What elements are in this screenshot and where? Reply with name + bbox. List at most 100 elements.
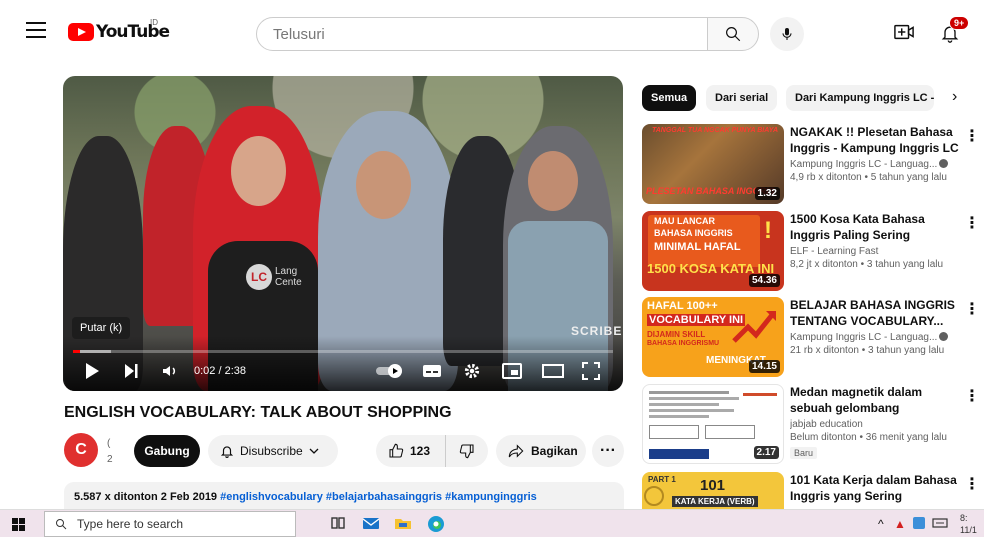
- channel-name[interactable]: jabjab education: [790, 419, 960, 430]
- more-actions-button[interactable]: ···: [592, 435, 624, 467]
- channel-avatar-initial: C: [75, 441, 87, 458]
- video-thumbnail[interactable]: TANGGAL TUA NGCAK PUNYA BIAYA PLESETAN B…: [642, 124, 784, 204]
- create-button[interactable]: [893, 22, 915, 47]
- video-meta: Belum ditonton • 36 menit yang lalu: [790, 432, 947, 443]
- video-player[interactable]: LC Lang Cente SCRIBE: [63, 76, 623, 391]
- channel-name[interactable]: (: [107, 436, 113, 452]
- channel-avatar[interactable]: C: [64, 433, 98, 467]
- thumbnail-caption: TANGGAL TUA NGCAK PUNYA BIAYA: [652, 127, 778, 134]
- channel-info[interactable]: ( 2: [107, 436, 113, 468]
- mail-icon[interactable]: [362, 515, 380, 533]
- video-thumbnail[interactable]: PART 1 101 KATA KERJA (VERB): [642, 472, 784, 509]
- recommended-video[interactable]: MAU LANCAR BAHASA INGGRIS MINIMAL HAFAL …: [642, 211, 982, 293]
- file-explorer-icon[interactable]: [394, 515, 412, 533]
- youtube-watch-page: YouTube ID Telusuri 9+ LC Lang Cente SCRI…: [0, 0, 984, 537]
- fullscreen-icon: [582, 362, 600, 380]
- autoplay-toggle[interactable]: [375, 363, 405, 384]
- hashtags[interactable]: #englishvocabulary #belajarbahasainggris…: [220, 491, 537, 503]
- video-thumbnail[interactable]: HAFAL 100++ VOCABULARY INI DIJAMIN SKILL…: [642, 297, 784, 377]
- thumbnail-caption: BAHASA INGGRIS: [654, 228, 733, 238]
- video-duration: 14.15: [748, 360, 780, 373]
- more-options-icon[interactable]: ⋮: [964, 474, 980, 494]
- task-view-icon[interactable]: [330, 515, 348, 533]
- create-video-icon: [894, 24, 914, 40]
- settings-button[interactable]: [463, 362, 481, 385]
- logo-text: YouTube: [96, 22, 170, 42]
- recommended-video[interactable]: TANGGAL TUA NGCAK PUNYA BIAYA PLESETAN B…: [642, 124, 982, 206]
- more-options-icon[interactable]: ⋮: [964, 299, 980, 319]
- thumbnail-caption: MAU LANCAR: [654, 216, 715, 226]
- more-options-icon[interactable]: ⋮: [964, 213, 980, 233]
- chevron-up-icon[interactable]: ^: [878, 517, 884, 531]
- progress-bar[interactable]: [73, 350, 613, 353]
- chip-from-channel[interactable]: Dari Kampung Inggris LC -: [786, 85, 934, 111]
- like-dislike-group: 123: [376, 435, 488, 467]
- channel-name[interactable]: Kampung Inggris LC - Languag...: [790, 159, 960, 170]
- clock[interactable]: 8: 11/1: [960, 512, 977, 536]
- channel-name[interactable]: ELF - Learning Fast: [790, 246, 960, 257]
- channel-subscriber-count: 2: [107, 454, 113, 465]
- subscribe-button[interactable]: Disubscribe: [208, 435, 338, 467]
- channel-name[interactable]: Kampung Inggris LC - Languag...: [790, 332, 960, 343]
- thumbnail-caption: HAFAL 100++: [647, 300, 718, 312]
- video-title[interactable]: BELAJAR BAHASA INGGRIS TENTANG VOCABULAR…: [790, 297, 960, 329]
- miniplayer-button[interactable]: [502, 362, 522, 385]
- video-title[interactable]: Medan magnetik dalam sebuah gelombang el…: [790, 384, 960, 416]
- exclamation-icon: !: [764, 217, 772, 244]
- fullscreen-button[interactable]: [582, 362, 600, 385]
- video-meta: 8,2 jt x ditonton • 3 tahun yang lalu: [790, 259, 944, 270]
- video-thumbnail[interactable]: 2.17: [642, 384, 784, 464]
- share-button[interactable]: Bagikan: [496, 435, 586, 467]
- thumbs-up-icon: [389, 443, 404, 458]
- theater-mode-button[interactable]: [542, 362, 564, 385]
- more-options-icon[interactable]: ⋮: [964, 126, 980, 146]
- join-button[interactable]: Gabung: [134, 435, 200, 467]
- chevron-right-icon[interactable]: ›: [952, 88, 957, 106]
- dislike-button[interactable]: [446, 435, 488, 467]
- video-duration: 1.32: [754, 187, 780, 200]
- more-options-icon[interactable]: ⋮: [964, 386, 980, 406]
- video-thumbnail[interactable]: MAU LANCAR BAHASA INGGRIS MINIMAL HAFAL …: [642, 211, 784, 291]
- time-display: 0:02 / 2:38: [194, 365, 246, 377]
- search-button[interactable]: [707, 17, 759, 51]
- video-duration: 2.17: [753, 446, 779, 459]
- youtube-play-icon: [68, 23, 94, 41]
- video-info: 1500 Kosa Kata Bahasa Inggris Paling Ser…: [790, 211, 960, 270]
- edge-browser-icon[interactable]: [427, 515, 445, 533]
- thumbnail-caption: VOCABULARY INI: [647, 314, 746, 326]
- search-icon: [726, 27, 741, 42]
- recommended-video[interactable]: 2.17 Medan magnetik dalam sebuah gelomba…: [642, 384, 982, 466]
- video-title: ENGLISH VOCABULARY: TALK ABOUT SHOPPING: [64, 404, 452, 421]
- bell-icon: [220, 446, 234, 458]
- verified-icon: [939, 332, 949, 341]
- like-button[interactable]: 123: [376, 435, 446, 467]
- video-title[interactable]: 1500 Kosa Kata Bahasa Inggris Paling Ser…: [790, 211, 960, 243]
- search-input[interactable]: Telusuri: [256, 17, 708, 51]
- gear-icon: [464, 363, 480, 379]
- thumbs-down-icon: [459, 444, 474, 459]
- warning-icon[interactable]: ▲: [894, 517, 906, 531]
- taskbar-search-input[interactable]: Type here to search: [44, 511, 296, 537]
- menu-icon[interactable]: [26, 22, 46, 38]
- app-tray-icon[interactable]: [912, 516, 930, 534]
- chip-all[interactable]: Semua: [642, 85, 697, 111]
- volume-button[interactable]: [161, 362, 179, 385]
- recommended-video[interactable]: PART 1 101 KATA KERJA (VERB) 101 Kata Ke…: [642, 472, 982, 509]
- clock-time: 8:: [960, 513, 968, 523]
- subtitles-button[interactable]: [422, 362, 442, 385]
- chip-from-series[interactable]: Dari serial: [706, 85, 778, 111]
- video-info: Medan magnetik dalam sebuah gelombang el…: [790, 384, 960, 461]
- recommended-video[interactable]: HAFAL 100++ VOCABULARY INI DIJAMIN SKILL…: [642, 297, 982, 379]
- windows-start-icon[interactable]: [12, 518, 25, 531]
- video-title[interactable]: NGAKAK !! Plesetan Bahasa Inggris - Kamp…: [790, 124, 960, 156]
- new-badge: Baru: [790, 447, 818, 459]
- play-button[interactable]: [84, 362, 100, 385]
- thumbnail-caption: MINIMAL HAFAL: [654, 241, 741, 253]
- next-button[interactable]: [123, 362, 139, 385]
- video-title[interactable]: 101 Kata Kerja dalam Bahasa Inggris yang…: [790, 472, 960, 504]
- voice-search-button[interactable]: [770, 17, 804, 51]
- windows-taskbar: Type here to search ^ ▲ 8: 11/1: [0, 509, 984, 537]
- microphone-icon: [782, 28, 792, 40]
- keyboard-icon[interactable]: [932, 516, 950, 534]
- share-label: Bagikan: [531, 444, 578, 458]
